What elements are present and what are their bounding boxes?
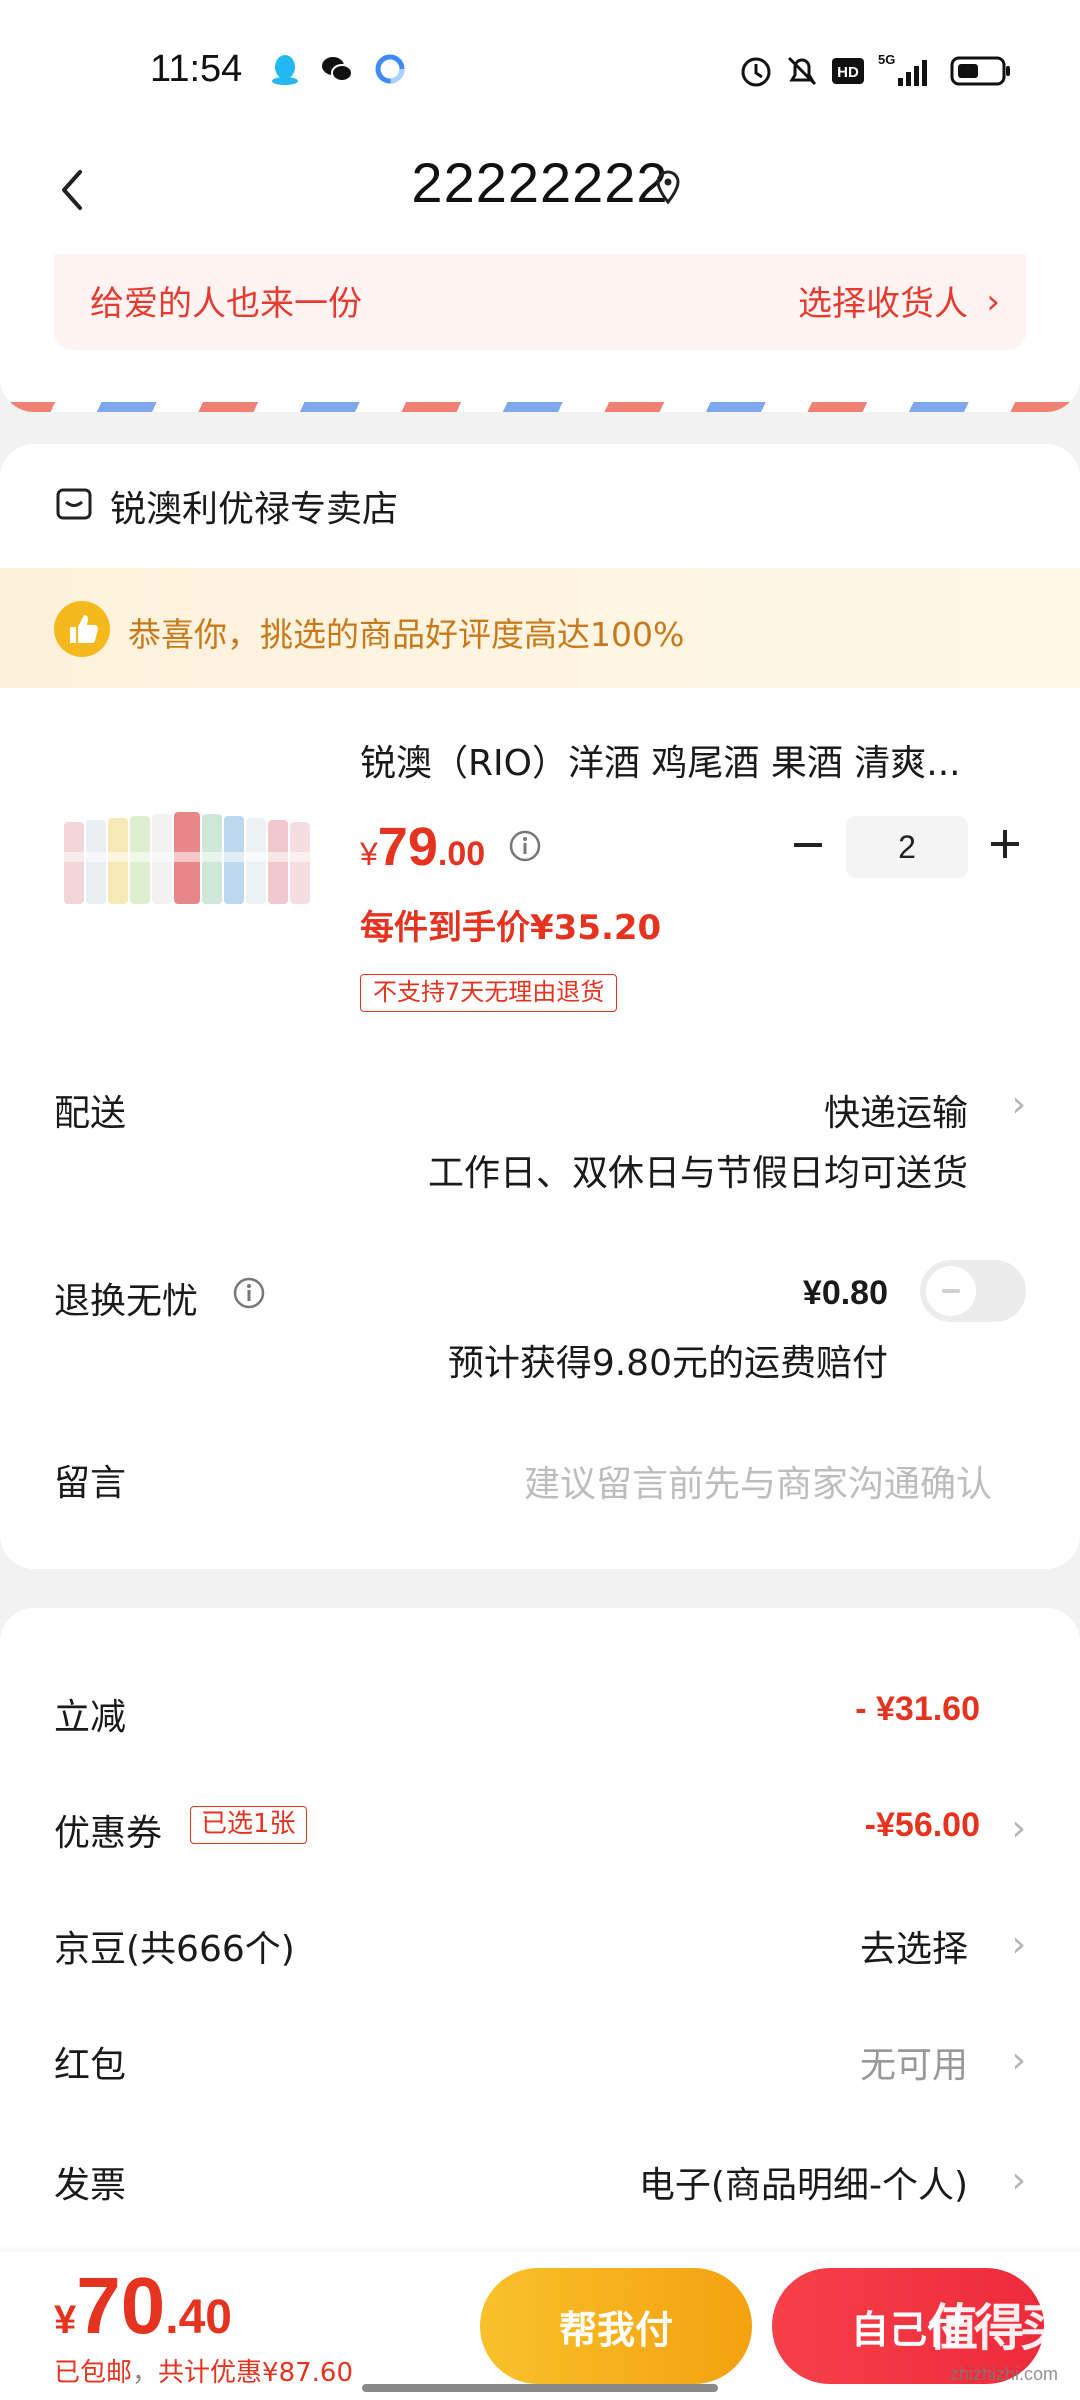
page-title: 22222222	[411, 151, 669, 214]
chevron-right-icon[interactable]: ›	[1012, 1084, 1026, 1125]
return-insurance-label: 退换无忧	[54, 1281, 199, 1322]
jd-beans-label: 京豆(共666个)	[54, 1929, 295, 1970]
mute-icon	[787, 56, 817, 86]
browser-icon	[375, 54, 405, 84]
chevron-right-icon[interactable]: ›	[1012, 2160, 1026, 2201]
watermark-logo: 值得买	[928, 2299, 1070, 2357]
info-icon[interactable]	[508, 829, 542, 863]
total-savings-text: 共计优惠¥87.60	[158, 2358, 354, 2388]
qq-icon	[272, 55, 298, 85]
invoice-label: 发票	[54, 2165, 127, 2206]
instant-discount-label: 立减	[54, 1697, 127, 1738]
delivery-label: 配送	[54, 1093, 127, 1134]
quantity-input[interactable]: 2	[846, 816, 968, 878]
gift-text: 给爱的人也来一份	[90, 284, 362, 324]
invoice-value[interactable]: 电子(商品明细-个人)	[639, 2156, 968, 2208]
help-me-pay-button[interactable]: 帮我付	[480, 2268, 752, 2384]
svg-text:HD: HD	[837, 64, 859, 81]
shop-card: 锐澳利优禄专卖店 恭喜你，挑选的商品好评度高达100% 锐澳（RIO）洋酒 鸡尾…	[0, 444, 1080, 1569]
return-policy-tag: 不支持7天无理由退货	[360, 974, 618, 1012]
coupon-label: 优惠券	[54, 1813, 163, 1854]
checkout-bar: ¥70.40 已包邮，共计优惠¥87.60 帮我付 自己付 值得买 zhizhi…	[0, 2252, 1080, 2400]
chevron-right-icon[interactable]: ›	[1012, 1924, 1026, 1965]
red-packet-label: 红包	[54, 2045, 127, 2086]
product-price: ¥79.00	[360, 817, 486, 877]
praise-text: 恭喜你，挑选的商品好评度高达100%	[128, 615, 685, 654]
thumbs-up-icon	[54, 601, 110, 657]
status-time: 11:54	[150, 48, 243, 90]
alarm-icon	[741, 57, 771, 87]
quantity-minus-button[interactable]	[790, 820, 826, 870]
address-card: 给爱的人也来一份 选择收货人 ›	[0, 250, 1080, 412]
message-label: 留言	[54, 1463, 127, 1504]
info-icon[interactable]	[232, 1276, 266, 1310]
product-image[interactable]	[60, 804, 316, 914]
svg-text:5G: 5G	[878, 52, 895, 67]
watermark-url: zhizhizhi.com	[949, 2364, 1058, 2384]
return-insurance-toggle[interactable]	[920, 1260, 1026, 1322]
total-summary: 已包邮，共计优惠¥87.60	[54, 2358, 354, 2388]
battery-icon	[950, 56, 1010, 86]
free-shipping-text: 已包邮	[54, 2358, 133, 2388]
hd-icon: HD	[832, 58, 864, 84]
nav-header: 22222222	[0, 130, 1080, 250]
quantity-plus-button[interactable]	[987, 824, 1023, 864]
chevron-right-icon[interactable]: ›	[1012, 2040, 1026, 2081]
chevron-right-icon[interactable]: ›	[1012, 1808, 1026, 1849]
unit-price: 每件到手价¥35.20	[360, 908, 662, 948]
delivery-method[interactable]: 快递运输	[824, 1084, 968, 1136]
delivery-schedule: 工作日、双休日与节假日均可送货	[427, 1153, 968, 1194]
shop-icon	[56, 488, 92, 520]
chevron-right-icon: ›	[986, 282, 1000, 322]
airmail-border	[0, 402, 1080, 412]
discount-card: 立减 - ¥31.60 优惠券 已选1张 -¥56.00 › 京豆(共666个)…	[0, 1608, 1080, 2288]
return-insurance-note: 预计获得9.80元的运费赔付	[447, 1343, 888, 1384]
red-packet-value[interactable]: 无可用	[860, 2036, 968, 2088]
toggle-knob	[926, 1266, 976, 1316]
jd-beans-value[interactable]: 去选择	[860, 1920, 968, 1972]
total-price: ¥70.40	[54, 2261, 232, 2350]
return-insurance-price: ¥0.80	[802, 1274, 888, 1312]
wechat-icon	[322, 57, 353, 82]
shop-name[interactable]: 锐澳利优禄专卖店	[110, 480, 398, 532]
product-title[interactable]: 锐澳（RIO）洋酒 鸡尾酒 果酒 清爽...	[360, 734, 1010, 786]
gift-banner[interactable]: 给爱的人也来一份 选择收货人 ›	[54, 254, 1026, 350]
home-indicator[interactable]	[362, 2384, 718, 2392]
status-bar: 11:54 HD 5G	[0, 0, 1080, 130]
select-recipient-link[interactable]: 选择收货人	[798, 276, 968, 325]
5g-signal-icon: 5G	[878, 52, 927, 86]
message-input[interactable]	[300, 1454, 992, 1514]
coupon-selected-tag: 已选1张	[190, 1806, 307, 1844]
instant-discount-value: - ¥31.60	[855, 1690, 980, 1728]
location-pin-icon[interactable]	[653, 168, 683, 208]
coupon-value[interactable]: -¥56.00	[865, 1806, 980, 1845]
praise-banner: 恭喜你，挑选的商品好评度高达100%	[0, 568, 1080, 688]
